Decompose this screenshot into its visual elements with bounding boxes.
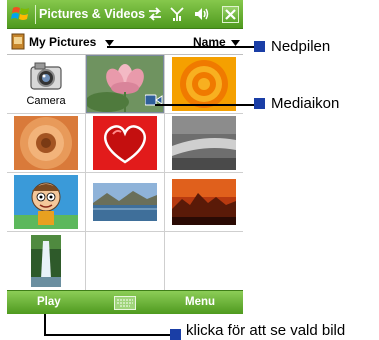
callout-line-play-vertical <box>44 314 46 336</box>
sunset-landscape-image <box>172 179 236 225</box>
waterfall-image <box>31 235 61 287</box>
thumbnail-waterfall[interactable] <box>7 232 85 290</box>
callout-line-play-horizontal <box>44 334 170 336</box>
thumbnail-lotus-flower[interactable] <box>86 55 164 113</box>
close-icon <box>225 9 236 20</box>
callout-play-hint-label: klicka för att se vald bild <box>186 322 346 339</box>
volume-icon[interactable] <box>193 6 209 22</box>
callout-line-down-arrow <box>107 46 254 48</box>
folder-bar: My Pictures Name <box>7 29 243 55</box>
blurred-gray-image <box>172 116 236 170</box>
thumbnail-sunset-landscape[interactable] <box>165 173 243 231</box>
camera-cell[interactable]: Camera <box>7 55 85 113</box>
thumbnail-blurred-gray[interactable] <box>165 114 243 172</box>
folder-dropdown-label[interactable]: My Pictures <box>29 35 96 49</box>
keyboard-icon[interactable] <box>114 296 136 310</box>
thumbnail-red-heart[interactable] <box>86 114 164 172</box>
thumbnail-lake-mountains[interactable] <box>86 173 164 231</box>
thumbnail-cartoon-character[interactable] <box>7 173 85 231</box>
close-button[interactable] <box>222 6 239 23</box>
thumbnail-sunflower[interactable] <box>7 114 85 172</box>
title-bar: Pictures & Videos <box>7 0 243 29</box>
red-heart-image <box>93 116 157 170</box>
folder-icon[interactable] <box>11 33 25 50</box>
menu-softkey[interactable]: Menu <box>185 296 215 308</box>
lake-mountains-image <box>93 183 157 221</box>
callout-marker <box>170 329 181 340</box>
cartoon-character-image <box>14 175 78 229</box>
windows-start-flag-icon[interactable] <box>11 4 31 24</box>
callout-line-media-icon <box>155 104 254 106</box>
title-separator <box>35 5 36 24</box>
app-title: Pictures & Videos <box>39 7 146 21</box>
signal-icon[interactable] <box>169 6 185 22</box>
callout-marker <box>254 41 265 52</box>
orange-rings-image <box>172 57 236 111</box>
camera-icon <box>30 62 62 90</box>
play-softkey[interactable]: Play <box>37 296 61 308</box>
callout-media-icon-label: Mediaikon <box>271 95 340 112</box>
callout-marker <box>254 98 265 109</box>
softkey-bar: Play Menu <box>7 290 243 314</box>
camera-label: Camera <box>26 95 66 107</box>
thumbnail-grid: Camera <box>7 55 243 290</box>
sunflower-image <box>14 116 78 170</box>
connectivity-icon[interactable] <box>147 6 163 22</box>
callout-down-arrow-label: Nedpilen <box>271 38 331 55</box>
